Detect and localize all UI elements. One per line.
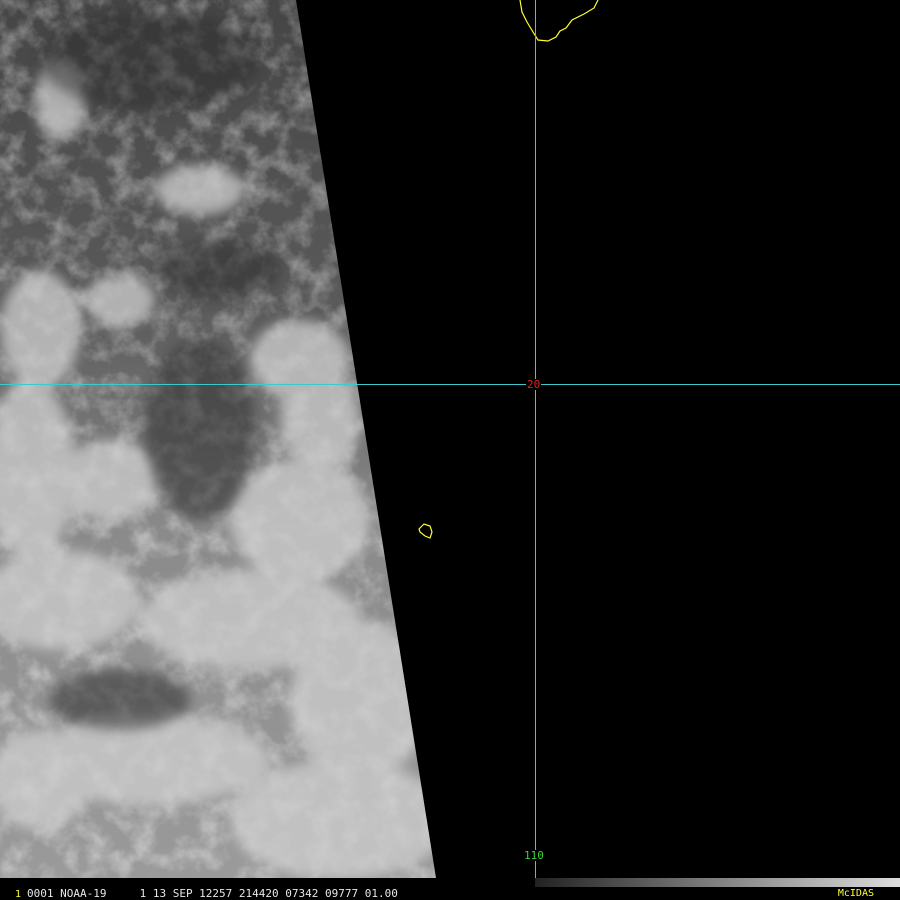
frame-number: 1 (15, 889, 22, 900)
imagery-swath (0, 0, 436, 878)
latitude-label: 20 (526, 378, 542, 391)
coastline-island (418, 523, 433, 539)
software-label: McIDAS (837, 888, 874, 899)
satellite-image (0, 0, 900, 887)
status-bar: 1 0001 NOAA-19 1 13 SEP 12257 214420 073… (0, 887, 900, 900)
longitude-label: 110 (523, 849, 545, 862)
satellite-image-viewer: 20 110 1 0001 NOAA-19 1 13 SEP 12257 214… (0, 0, 900, 900)
coastline-north (519, 0, 599, 42)
image-info-text: 0001 NOAA-19 1 13 SEP 12257 214420 07342… (27, 887, 398, 900)
coastline-overlay (418, 0, 599, 539)
grayscale-ramp (535, 878, 900, 887)
